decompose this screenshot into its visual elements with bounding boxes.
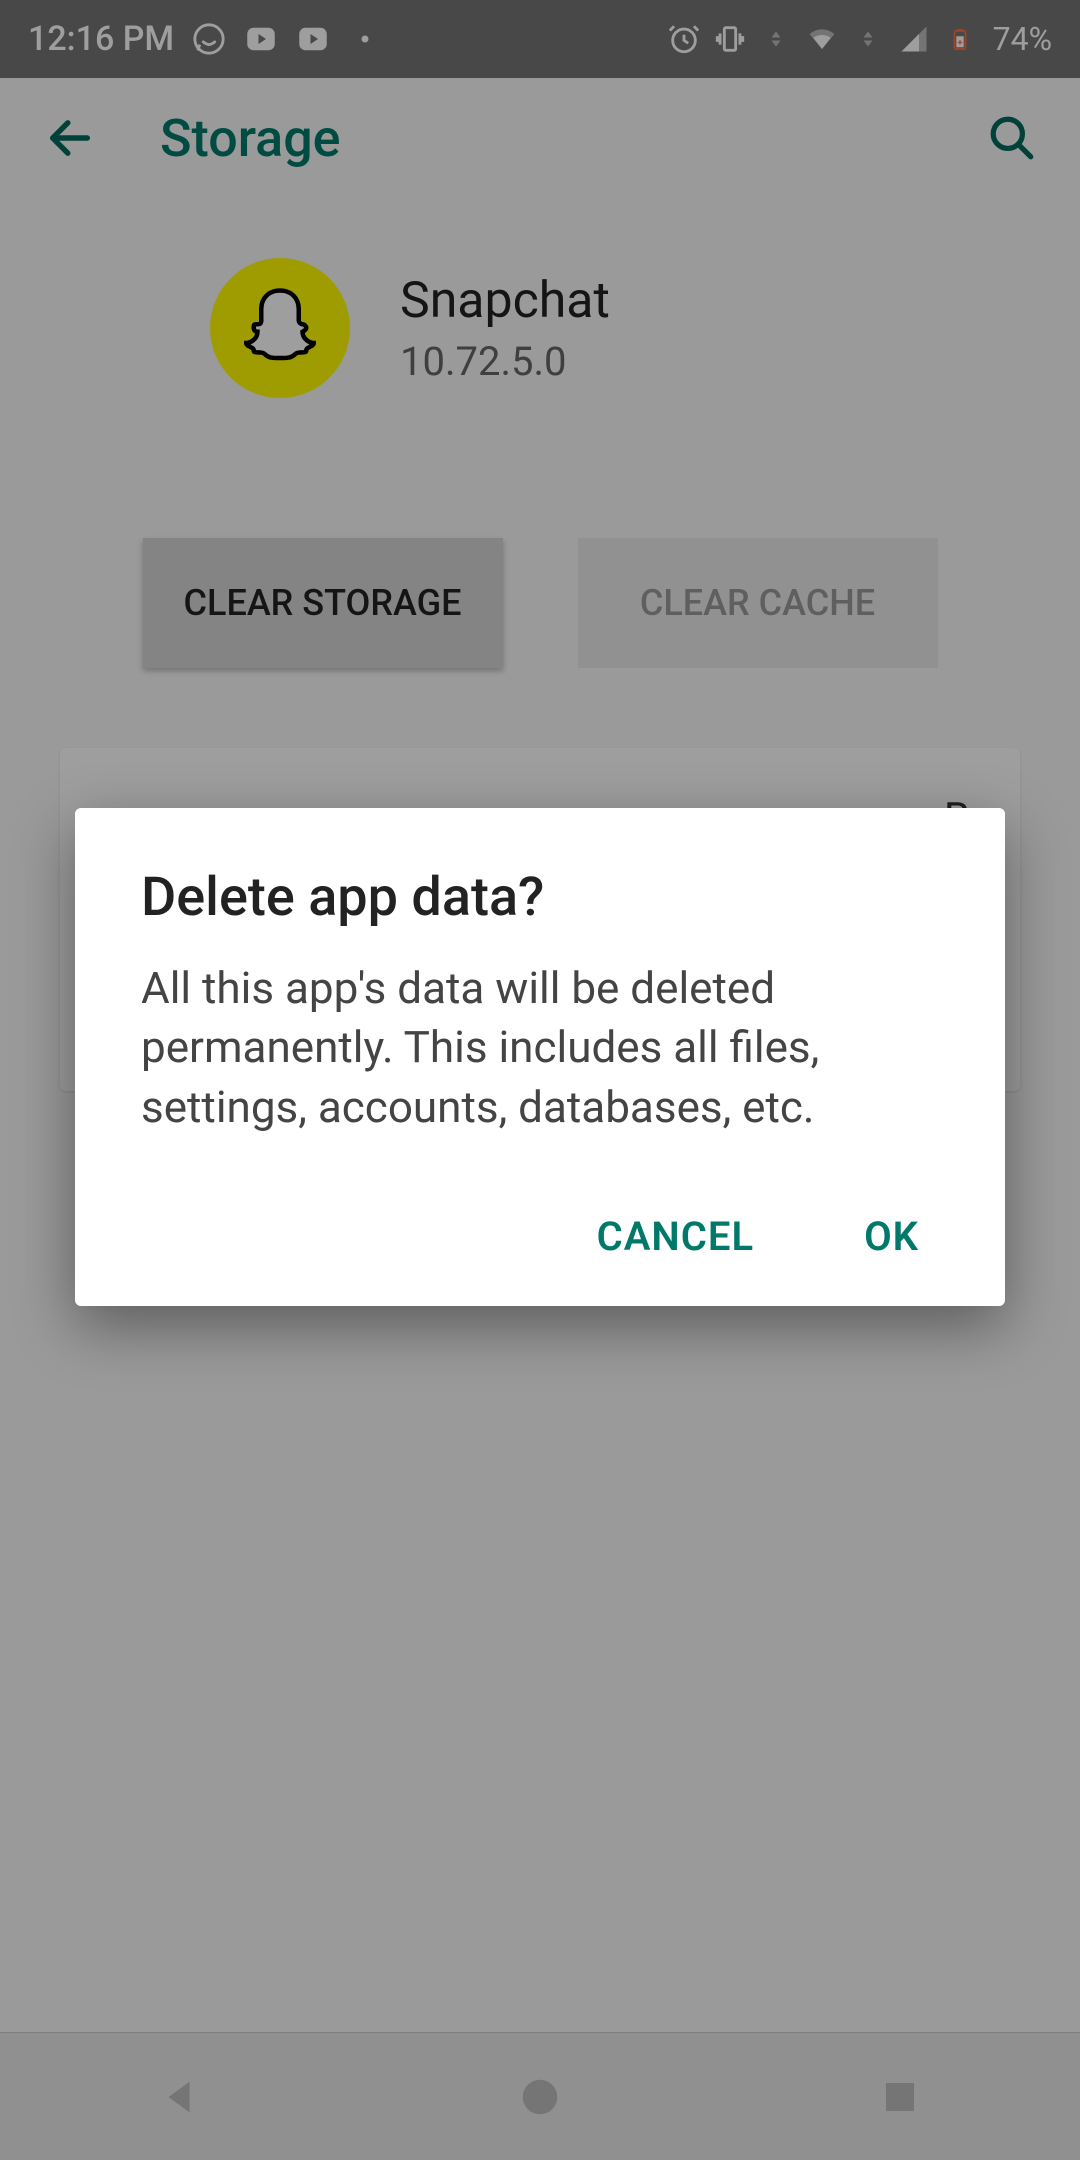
delete-app-data-dialog: Delete app data? All this app's data wil… [75,808,1005,1306]
dialog-ok-button[interactable]: OK [844,1197,939,1276]
dialog-cancel-button[interactable]: CANCEL [577,1197,774,1276]
dialog-message: All this app's data will be deleted perm… [141,959,939,1137]
dialog-title: Delete app data? [141,866,939,929]
dialog-actions: CANCEL OK [141,1197,939,1276]
